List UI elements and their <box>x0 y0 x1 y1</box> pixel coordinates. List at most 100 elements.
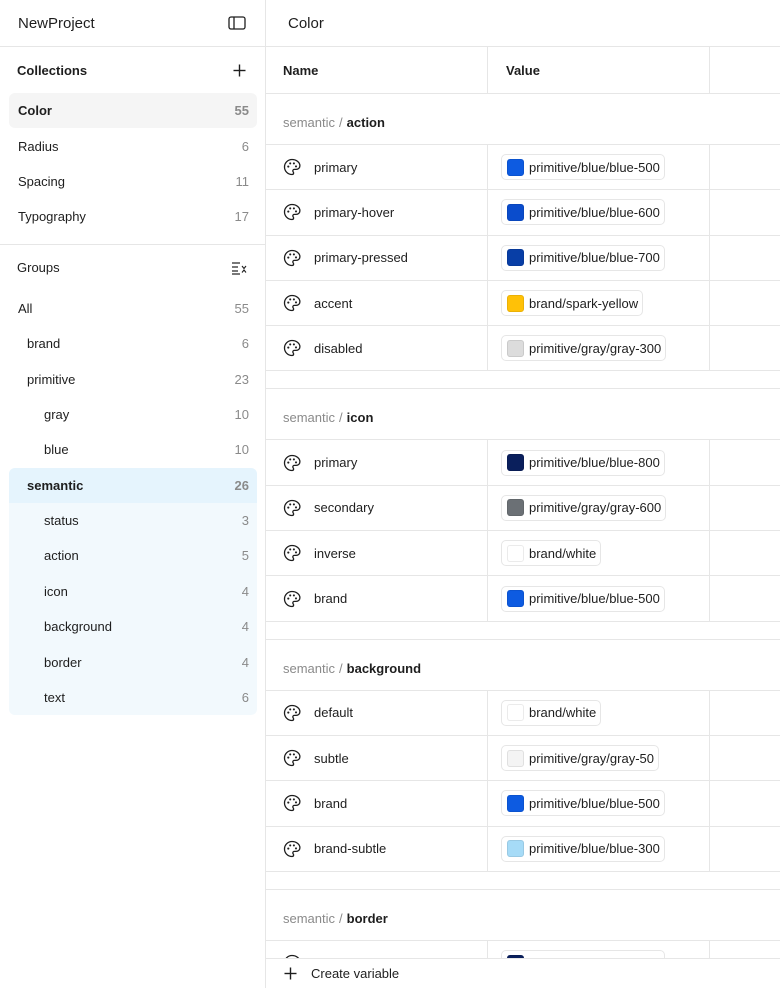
variable-name-cell[interactable]: inverse <box>266 531 488 576</box>
group-item-action[interactable]: action 5 <box>9 538 257 573</box>
group-count: 4 <box>241 654 249 670</box>
create-variable-label: Create variable <box>311 966 400 981</box>
alias-label: primitive/blue/blue-500 <box>529 159 660 175</box>
variable-name-cell[interactable]: primary <box>266 440 488 485</box>
variable-name-cell[interactable]: subtle <box>266 735 488 781</box>
variable-name-cell[interactable]: secondary <box>266 485 488 531</box>
group-item-background[interactable]: background 4 <box>9 609 257 644</box>
variable-row[interactable]: primary-hover primitive/blue/blue-600 <box>266 190 780 236</box>
palette-icon <box>283 339 301 357</box>
group-item-blue[interactable]: blue 10 <box>9 432 257 467</box>
variable-row[interactable]: default brand/white <box>266 690 780 736</box>
group-item-semantic[interactable]: semantic 26 <box>9 467 257 503</box>
sidebar-panel-icon[interactable] <box>227 13 247 33</box>
group-item-status[interactable]: status 3 <box>9 503 257 538</box>
alias-pill[interactable]: primitive/gray/gray-50 <box>501 745 659 772</box>
variables-panel: Color Name Value semantic / action primary p… <box>266 0 780 988</box>
empty-cell <box>710 145 780 189</box>
group-label: background <box>44 619 112 635</box>
group-item-primitive[interactable]: primitive 23 <box>9 361 257 396</box>
alias-pill[interactable]: primitive/blue/blue-500 <box>501 585 665 612</box>
group-heading: semantic / border <box>266 890 780 941</box>
app-window: NewProject Collections Color 55 Radius 6 <box>0 0 780 988</box>
group-heading-name: icon <box>346 410 374 426</box>
alias-label: primitive/blue/blue-600 <box>529 204 660 220</box>
variable-row[interactable]: brand primitive/blue/blue-500 <box>266 576 780 622</box>
create-variable-button[interactable]: Create variable <box>266 958 780 988</box>
alias-pill[interactable]: primitive/gray/gray-600 <box>501 494 667 521</box>
alias-pill[interactable]: primitive/blue/blue-700 <box>501 244 665 271</box>
variable-name-cell[interactable]: primary <box>266 145 488 190</box>
variable-name: brand-subtle <box>314 841 387 857</box>
variable-name-cell[interactable]: brand <box>266 781 488 826</box>
variable-name-cell[interactable]: default <box>266 690 488 735</box>
group-heading: semantic / icon <box>266 389 780 441</box>
empty-cell <box>710 827 780 871</box>
variable-row[interactable]: inverse brand/white <box>266 531 780 577</box>
variable-row[interactable]: primary-pressed primitive/blue/blue-700 <box>266 235 780 281</box>
empty-cell <box>710 190 780 234</box>
collection-label: Radius <box>18 138 59 154</box>
alias-pill[interactable]: brand/white <box>501 540 602 567</box>
collection-item-radius[interactable]: Radius 6 <box>9 128 257 163</box>
alias-label: primitive/gray/gray-50 <box>529 750 654 766</box>
alias-label: brand/white <box>529 545 597 561</box>
collection-item-typography[interactable]: Typography 17 <box>9 199 257 234</box>
alias-label: primitive/blue/blue-500 <box>529 591 660 607</box>
palette-icon <box>283 840 301 858</box>
variable-name-cell[interactable]: brand <box>266 576 488 621</box>
alias-pill[interactable]: primitive/blue/blue-500 <box>501 154 665 181</box>
variable-name-cell[interactable]: disabled <box>266 326 488 371</box>
collection-item-color[interactable]: Color 55 <box>9 93 257 129</box>
palette-icon <box>283 794 301 812</box>
variable-value-cell: brand/white <box>488 690 710 735</box>
group-item-gray[interactable]: gray 10 <box>9 397 257 432</box>
alias-pill[interactable]: primitive/blue/blue-500 <box>501 790 665 817</box>
variable-name-cell[interactable]: primary-hover <box>266 190 488 235</box>
collection-count: 17 <box>234 209 249 225</box>
alias-pill[interactable]: brand/spark-yellow <box>501 290 644 317</box>
color-swatch <box>507 158 524 176</box>
list-filter-icon[interactable] <box>229 258 249 278</box>
variable-row[interactable]: secondary primitive/gray/gray-600 <box>266 485 780 532</box>
alias-pill[interactable]: primitive/gray/gray-300 <box>501 335 667 362</box>
variable-row[interactable]: disabled primitive/gray/gray-300 <box>266 326 780 372</box>
variable-row[interactable]: primary primitive/blue/blue-500 <box>266 145 780 191</box>
variable-name-cell[interactable]: accent <box>266 280 488 326</box>
column-header-value: Value <box>488 47 710 93</box>
variable-name-cell[interactable]: brand-subtle <box>266 826 488 871</box>
group-item-brand[interactable]: brand 6 <box>9 326 257 361</box>
group-heading-separator: / <box>339 910 343 926</box>
variable-name: primary <box>314 455 358 471</box>
collection-item-spacing[interactable]: Spacing 11 <box>9 164 257 199</box>
color-swatch <box>507 590 524 608</box>
alias-pill[interactable]: primitive/blue/blue-800 <box>501 449 665 476</box>
alias-pill[interactable]: primitive/blue/blue-600 <box>501 199 665 226</box>
variable-groups: semantic / action primary primitive/blue/blu… <box>266 94 780 987</box>
group-item-icon[interactable]: icon 4 <box>9 574 257 609</box>
group-item-text[interactable]: text 6 <box>9 680 257 715</box>
empty-cell <box>710 736 780 780</box>
variable-row[interactable]: brand primitive/blue/blue-500 <box>266 781 780 827</box>
group-spacer <box>266 622 780 640</box>
group-item-border[interactable]: border 4 <box>9 644 257 679</box>
variable-name-cell[interactable]: primary-pressed <box>266 235 488 280</box>
group-item-all[interactable]: All 55 <box>9 291 257 326</box>
add-collection-plus-icon[interactable] <box>229 60 249 80</box>
group-spacer <box>266 371 780 390</box>
palette-icon <box>283 590 301 608</box>
variable-row[interactable]: subtle primitive/gray/gray-50 <box>266 735 780 782</box>
group-count: 3 <box>241 513 249 529</box>
variable-value-cell: primitive/blue/blue-500 <box>488 145 710 190</box>
palette-icon <box>283 749 301 767</box>
alias-label: primitive/blue/blue-300 <box>529 841 660 857</box>
variable-row[interactable]: accent brand/spark-yellow <box>266 280 780 327</box>
variable-row[interactable]: primary primitive/blue/blue-800 <box>266 440 780 486</box>
collection-count: 55 <box>234 103 249 119</box>
palette-icon <box>283 499 301 517</box>
collection-title: Color <box>288 14 324 32</box>
variable-row[interactable]: brand-subtle primitive/blue/blue-300 <box>266 826 780 872</box>
empty-cell <box>710 691 780 735</box>
alias-pill[interactable]: brand/white <box>501 699 602 726</box>
alias-pill[interactable]: primitive/blue/blue-300 <box>501 835 665 862</box>
